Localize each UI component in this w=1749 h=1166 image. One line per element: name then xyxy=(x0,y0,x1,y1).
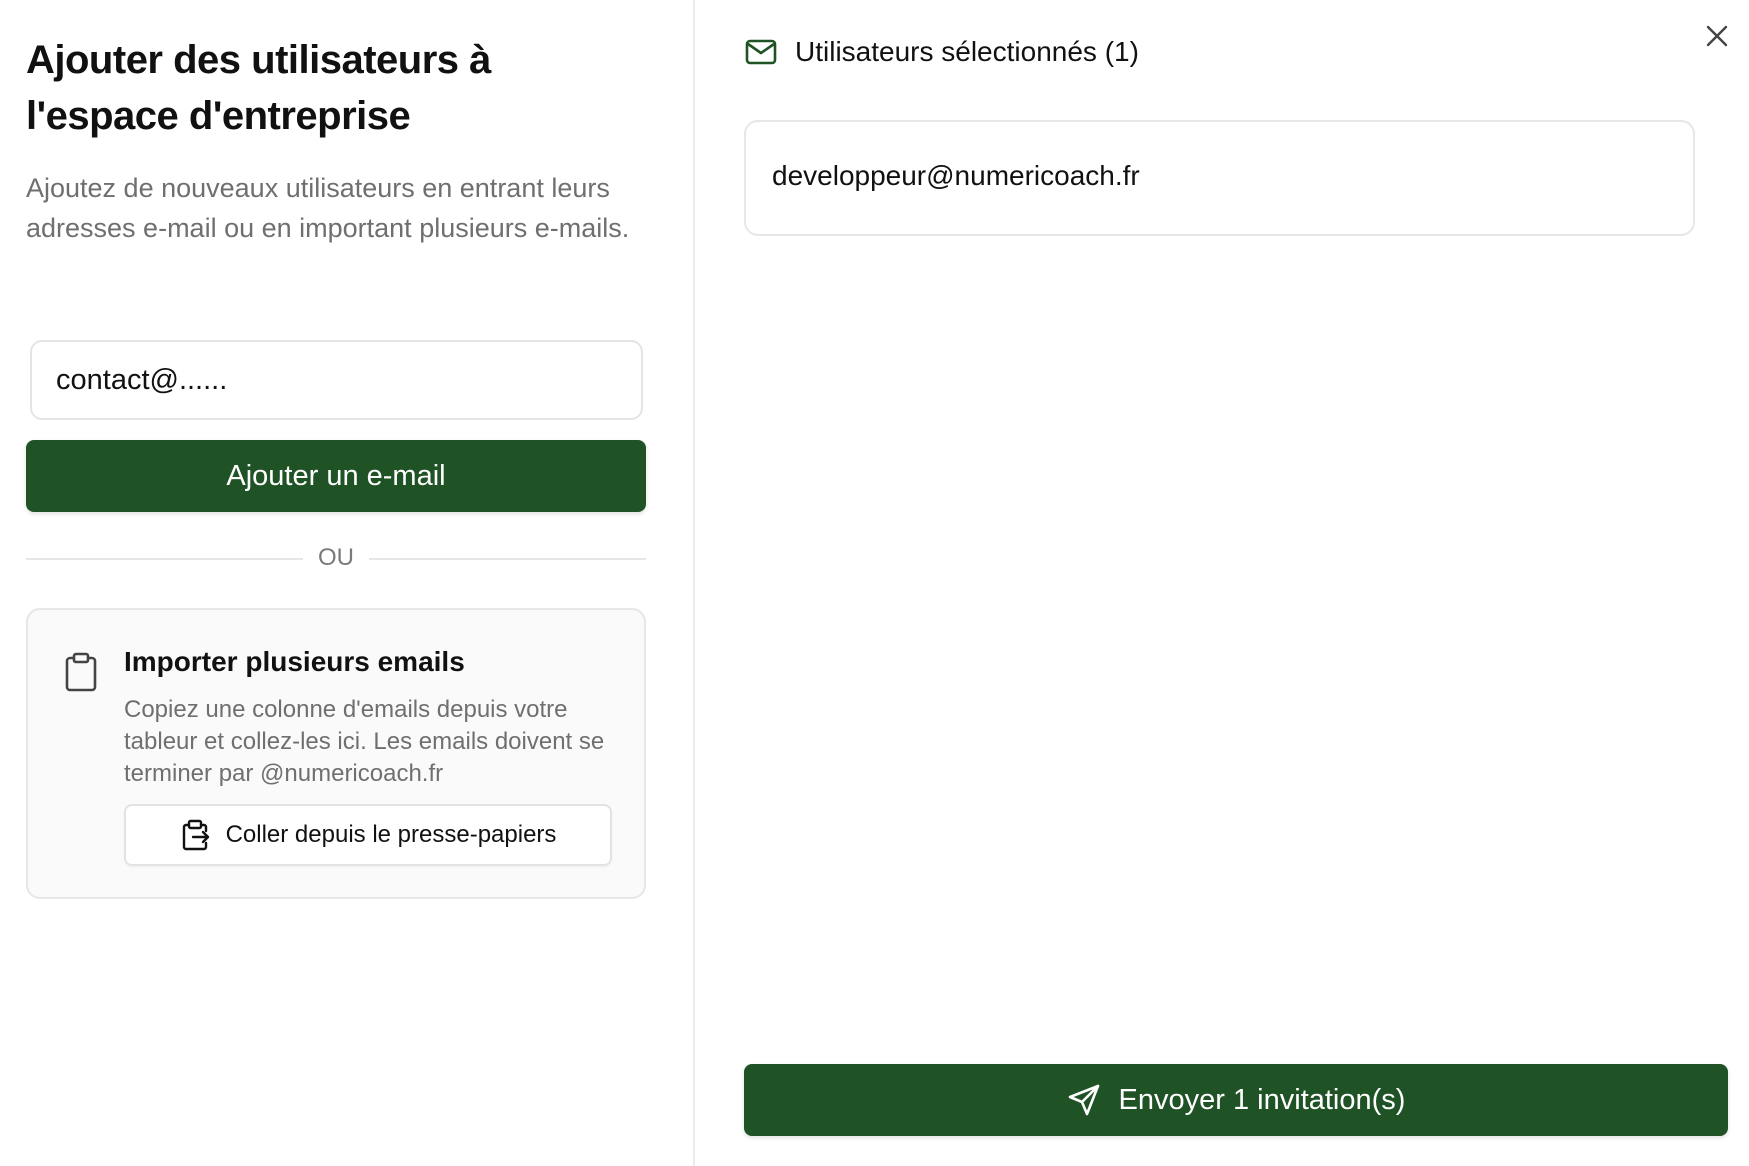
send-button-label: Envoyer 1 invitation(s) xyxy=(1118,1083,1406,1116)
import-card-title: Importer plusieurs emails xyxy=(124,646,465,677)
send-icon xyxy=(1068,1084,1099,1116)
import-emails-card: Importer plusieurs emails Copiez une col… xyxy=(26,608,646,899)
add-users-dialog: Ajouter des utilisateurs à l'espace d'en… xyxy=(0,0,1749,1166)
paste-from-clipboard-button[interactable]: Coller depuis le presse-papiers xyxy=(124,804,612,866)
divider-line xyxy=(369,558,646,560)
divider-line xyxy=(26,558,303,560)
paste-button-label: Coller depuis le presse-papiers xyxy=(225,821,557,848)
selected-users-header: Utilisateurs sélectionnés (1) xyxy=(745,36,1139,68)
clipboard-paste-icon xyxy=(182,819,209,851)
close-button[interactable] xyxy=(1695,14,1739,58)
or-divider: OU xyxy=(26,543,646,573)
divider-label: OU xyxy=(318,544,354,571)
import-card-description: Copiez une colonne d'emails depuis votre… xyxy=(124,696,605,787)
close-icon xyxy=(1706,25,1728,47)
selected-emails-list: developpeur@numericoach.fr xyxy=(744,120,1695,236)
selected-email-item[interactable]: developpeur@numericoach.fr xyxy=(772,160,1140,192)
email-input[interactable] xyxy=(30,340,643,420)
mail-icon xyxy=(745,39,777,65)
selected-users-title: Utilisateurs sélectionnés (1) xyxy=(795,36,1139,67)
add-email-button[interactable]: Ajouter un e-mail xyxy=(26,440,646,512)
clipboard-icon xyxy=(65,652,97,692)
selected-users-panel: Utilisateurs sélectionnés (1) developpeu… xyxy=(695,0,1749,1166)
dialog-title: Ajouter des utilisateurs à l'espace d'en… xyxy=(26,38,491,138)
dialog-subtitle: Ajoutez de nouveaux utilisateurs en entr… xyxy=(26,173,630,243)
send-invitations-button[interactable]: Envoyer 1 invitation(s) xyxy=(744,1064,1728,1136)
add-users-panel: Ajouter des utilisateurs à l'espace d'en… xyxy=(0,0,695,1166)
